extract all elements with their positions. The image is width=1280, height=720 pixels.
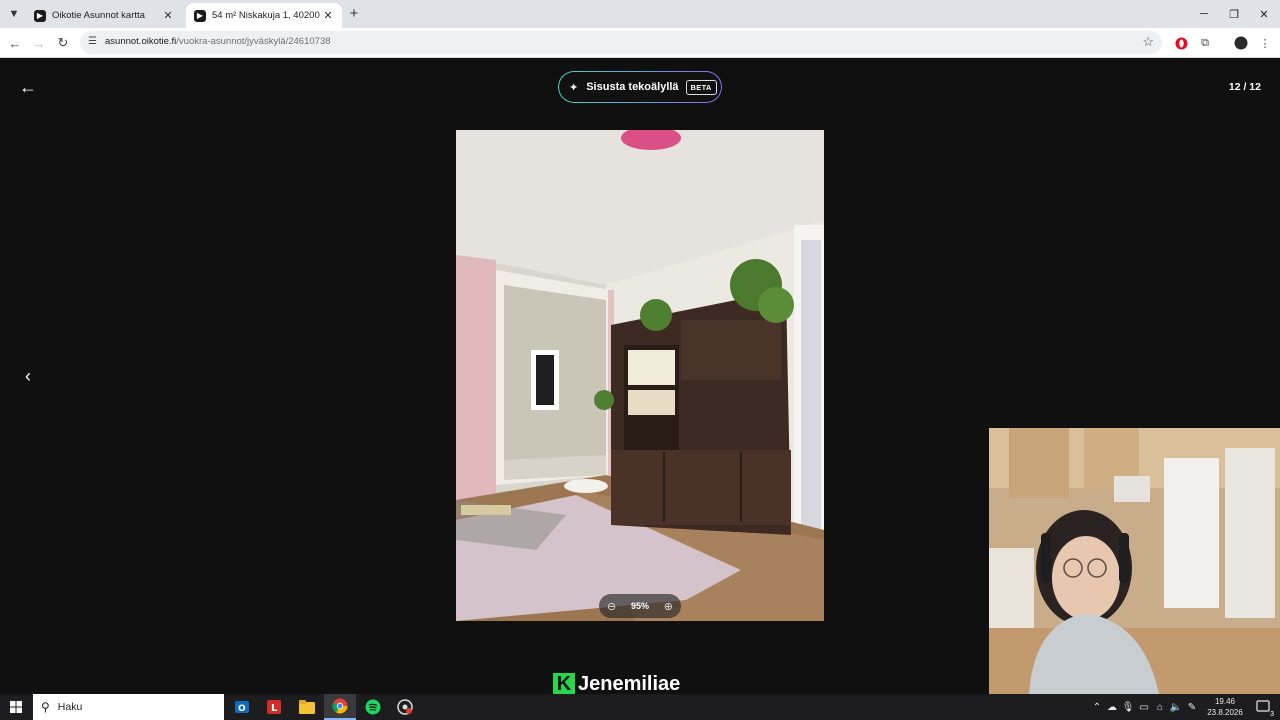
zoom-out-icon[interactable]: ⊖	[607, 600, 616, 613]
forward-icon[interactable]: →	[29, 33, 49, 53]
url-text: asunnot.oikotie.fi/vuokra-asunnot/jyväsk…	[105, 36, 331, 47]
close-tab-icon[interactable]: ✕	[322, 9, 334, 22]
extensions-puzzle-icon[interactable]: ⧉	[1197, 35, 1213, 51]
streamer-name-overlay: K Jenemiliae	[553, 672, 680, 696]
ai-button-inner: ✦ Sisusta tekoälyllä BETA	[559, 72, 721, 102]
windows-taskbar: ⚲ Haku O L ⌃ ☁ 🎙 ▭ ⌂ 🔈 ✎ 19.46 23.8.2026…	[0, 694, 1280, 720]
tab-oikotie-map[interactable]: ▶ Oikotie Asunnot kartta ✕	[26, 3, 182, 28]
close-gallery-back-icon[interactable]: ←	[18, 77, 38, 97]
browser-menu-kebab-icon[interactable]: ⋮	[1257, 35, 1273, 51]
notifications-icon[interactable]: 3	[1252, 694, 1274, 720]
previous-image-chevron-icon[interactable]: ‹	[18, 366, 38, 386]
minimize-icon[interactable]: ─	[1189, 0, 1219, 28]
beta-badge: BETA	[685, 79, 717, 95]
windows-start-icon[interactable]	[0, 694, 32, 720]
oikotie-favicon-icon: ▶	[194, 9, 206, 22]
living-room-image	[456, 130, 824, 621]
lastpass-app-icon[interactable]: L	[258, 694, 290, 720]
spotify-app-icon[interactable]	[357, 694, 389, 720]
oikotie-favicon-icon: ▶	[34, 9, 46, 22]
webcam-feed-image	[989, 428, 1280, 694]
image-counter: 12 / 12	[1228, 81, 1261, 93]
apartment-photo[interactable]	[456, 130, 824, 621]
browser-tab-strip: ▼ ▶ Oikotie Asunnot kartta ✕ ▶ 54 m² Nis…	[0, 0, 1280, 28]
profile-avatar-icon[interactable]	[1233, 35, 1249, 51]
close-window-icon[interactable]: ✕	[1249, 0, 1279, 28]
zoom-level: 95%	[630, 601, 649, 611]
url-host: asunnot.oikotie.fi	[105, 36, 177, 47]
network-icon[interactable]: ⌂	[1152, 702, 1168, 713]
zoom-in-icon[interactable]: ⊕	[664, 600, 673, 613]
address-bar[interactable]: ☰ asunnot.oikotie.fi/vuokra-asunnot/jyvä…	[80, 31, 1162, 54]
restore-window-icon[interactable]: ❐	[1219, 0, 1249, 28]
streamer-name: Jenemiliae	[578, 672, 681, 695]
search-placeholder: Haku	[57, 701, 83, 713]
url-path: /vuokra-asunnot/jyväskylä/24610738	[176, 36, 331, 47]
decorate-with-ai-button[interactable]: ✦ Sisusta tekoälyllä BETA	[558, 71, 722, 103]
kick-logo-icon: K	[553, 673, 575, 695]
tab-title: Oikotie Asunnot kartta	[52, 10, 145, 21]
back-icon[interactable]: ←	[5, 33, 25, 53]
system-tray: ⌃ ☁ 🎙 ▭ ⌂ 🔈 ✎	[1090, 694, 1200, 720]
obs-recording-app-icon[interactable]	[389, 694, 421, 720]
browser-toolbar: ← → ↻ ☰ asunnot.oikotie.fi/vuokra-asunno…	[0, 28, 1280, 58]
clock-date: 23.8.2026	[1207, 708, 1243, 717]
photo-gallery-viewer: ← ✦ Sisusta tekoälyllä BETA 12 / 12 ‹ ⊖ …	[0, 58, 1280, 696]
outlook-app-icon[interactable]: O	[226, 694, 258, 720]
microphone-icon[interactable]: 🎙	[1120, 702, 1136, 713]
site-info-icon[interactable]: ☰	[88, 36, 100, 48]
new-tab-plus-icon[interactable]: +	[345, 5, 363, 23]
cloud-offline-icon[interactable]: ☁	[1104, 702, 1120, 713]
taskbar-search-input[interactable]: ⚲ Haku	[33, 694, 224, 720]
tab-title: 54 m² Niskakuja 1, 40200 Jyväskylä	[212, 10, 322, 21]
volume-icon[interactable]: 🔈	[1168, 702, 1184, 713]
opera-extension-icon[interactable]	[1173, 35, 1189, 51]
tray-expand-chevron-icon[interactable]: ⌃	[1090, 702, 1104, 713]
tab-listing[interactable]: ▶ 54 m² Niskakuja 1, 40200 Jyväskylä ✕	[186, 3, 342, 28]
search-icon: ⚲	[41, 700, 50, 714]
svg-text:O: O	[238, 704, 246, 714]
notification-count-badge: 3	[1270, 711, 1274, 718]
ai-button-label: Sisusta tekoälyllä	[586, 81, 679, 93]
sparkle-icon: ✦	[569, 81, 579, 94]
webcam-overlay	[989, 428, 1280, 694]
reload-icon[interactable]: ↻	[53, 33, 73, 53]
close-tab-icon[interactable]: ✕	[162, 9, 174, 22]
tab-search-chevron-icon[interactable]: ▼	[4, 4, 24, 24]
file-explorer-icon[interactable]	[291, 694, 323, 720]
display-icon[interactable]: ▭	[1136, 702, 1152, 713]
bookmark-star-icon[interactable]: ☆	[1142, 34, 1154, 50]
svg-text:L: L	[271, 703, 278, 714]
clock-time: 19.46	[1214, 697, 1236, 706]
chrome-app-icon[interactable]	[324, 694, 356, 720]
zoom-controls: ⊖ 95% ⊕	[599, 594, 681, 618]
system-clock[interactable]: 19.46 23.8.2026	[1203, 696, 1247, 718]
pen-input-icon[interactable]: ✎	[1184, 702, 1200, 713]
